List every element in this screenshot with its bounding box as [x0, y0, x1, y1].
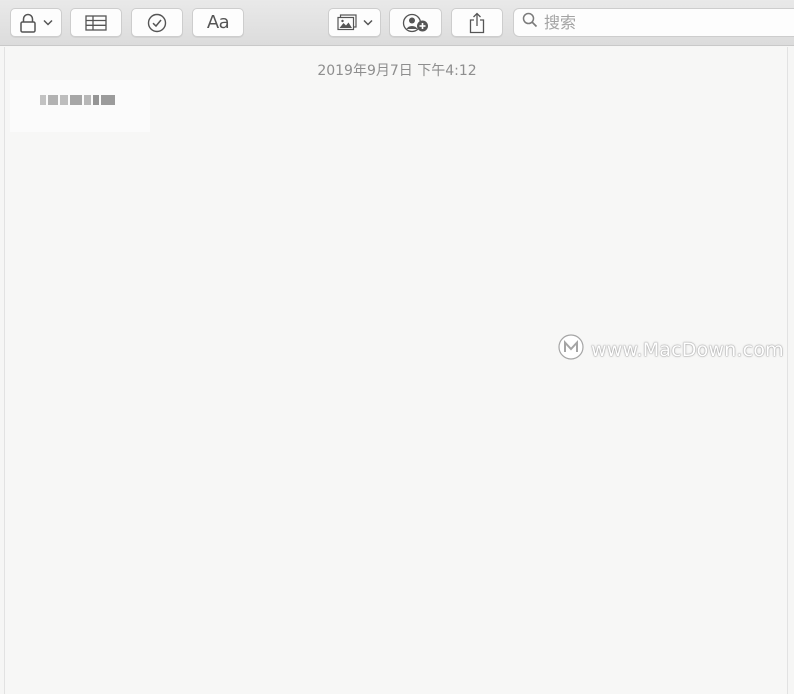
watermark-text: www.MacDown.com	[591, 338, 784, 361]
blurred-text	[40, 95, 115, 105]
photo-icon	[336, 14, 357, 31]
toolbar: Aa	[0, 0, 794, 46]
macdown-logo-icon	[557, 333, 585, 366]
add-people-icon	[402, 13, 430, 33]
note-body-text[interactable]	[10, 80, 150, 132]
add-media-button[interactable]	[328, 8, 381, 37]
note-timestamp: 2019年9月7日 下午4:12	[317, 63, 477, 79]
lock-icon	[19, 13, 37, 33]
checklist-button[interactable]	[131, 8, 183, 37]
share-button[interactable]	[451, 8, 503, 37]
add-people-button[interactable]	[389, 8, 442, 37]
table-icon	[85, 14, 107, 31]
watermark: www.MacDown.com	[557, 333, 784, 366]
insert-table-button[interactable]	[70, 8, 122, 37]
search-input[interactable]	[544, 13, 784, 32]
format-label: Aa	[206, 12, 230, 33]
format-button[interactable]: Aa	[192, 8, 244, 37]
checkmark-circle-icon	[147, 13, 167, 33]
search-icon	[522, 12, 538, 33]
chevron-down-icon	[43, 19, 53, 26]
lock-note-button[interactable]	[10, 8, 62, 37]
share-icon	[468, 12, 486, 34]
search-field[interactable]	[513, 8, 794, 37]
chevron-down-icon	[362, 19, 373, 26]
note-editor[interactable]	[4, 47, 788, 694]
